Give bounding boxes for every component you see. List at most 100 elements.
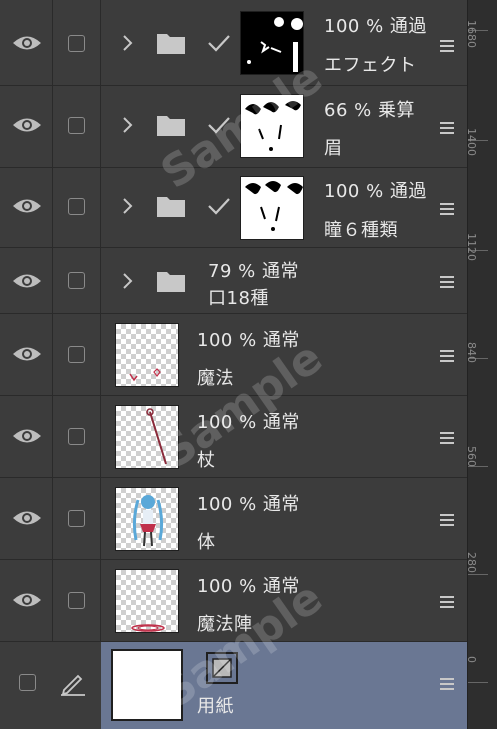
divider [52, 168, 53, 247]
layer-name[interactable]: 魔法陣 [197, 610, 253, 636]
ruler-label: 280 [465, 552, 478, 573]
divider [52, 396, 53, 477]
ruler-tick [468, 682, 488, 683]
ruler-label: 560 [465, 446, 478, 467]
divider [100, 642, 101, 729]
lock-checkbox[interactable] [68, 346, 85, 363]
layer-thumbnail [240, 11, 304, 75]
folder-icon [157, 116, 185, 136]
layer-name[interactable]: 口18種 [208, 284, 269, 310]
layer-menu-icon[interactable] [440, 432, 454, 444]
chevron-right-icon[interactable] [121, 272, 133, 290]
lock-checkbox[interactable] [68, 35, 85, 52]
pen-icon[interactable] [60, 672, 86, 696]
eye-icon[interactable] [12, 197, 42, 215]
layer-blend-label: 100 % 通過 [324, 16, 427, 37]
divider [52, 248, 53, 313]
layer-menu-icon[interactable] [440, 678, 454, 690]
layer-name[interactable]: 用紙 [197, 692, 234, 718]
lock-checkbox[interactable] [68, 198, 85, 215]
layer-row-effect[interactable]: 100 % 通過 エフェクト [0, 0, 467, 86]
eye-icon[interactable] [12, 509, 42, 527]
layer-name[interactable]: 杖 [197, 446, 216, 472]
layer-menu-icon[interactable] [440, 596, 454, 608]
paper-layer-icon [206, 652, 238, 684]
layer-menu-icon[interactable] [440, 122, 454, 134]
eye-icon[interactable] [12, 116, 42, 134]
divider [52, 478, 53, 559]
layer-row-pupils[interactable]: 100 % 通過 瞳６種類 [0, 168, 467, 248]
divider [100, 168, 101, 247]
chevron-right-icon[interactable] [121, 116, 133, 134]
layer-name[interactable]: 体 [197, 528, 216, 554]
divider [52, 0, 53, 85]
lock-checkbox[interactable] [68, 117, 85, 134]
divider [100, 314, 101, 395]
folder-icon [157, 34, 185, 54]
layer-row-eyebrow[interactable]: 66 % 乗算 眉 [0, 86, 467, 168]
divider [52, 314, 53, 395]
layer-thumbnail [240, 176, 304, 240]
ruler-label: 840 [465, 342, 478, 363]
lock-checkbox[interactable] [68, 592, 85, 609]
divider [52, 560, 53, 641]
folder-icon [157, 197, 185, 217]
layer-name[interactable]: 魔法 [197, 364, 234, 390]
check-mark-icon [208, 117, 230, 134]
layer-panel: 100 % 通過 エフェクト 66 % 乗算 眉 100 % 通過 瞳６種類 7… [0, 0, 467, 729]
layer-blend-label: 66 % 乗算 [324, 100, 415, 121]
layer-menu-icon[interactable] [440, 276, 454, 288]
layer-thumbnail [115, 569, 179, 633]
check-mark-icon [208, 198, 230, 215]
layer-name[interactable]: 眉 [324, 134, 343, 160]
eye-icon[interactable] [12, 345, 42, 363]
divider [100, 478, 101, 559]
divider [100, 248, 101, 313]
layer-blend-label: 100 % 通常 [197, 494, 300, 515]
ruler-label: 1120 [465, 233, 478, 261]
layer-blend-label: 100 % 通過 [324, 181, 427, 202]
layer-blend-label: 100 % 通常 [197, 412, 300, 433]
ruler-label: 0 [465, 656, 478, 663]
lock-checkbox[interactable] [68, 272, 85, 289]
layer-thumbnail [240, 94, 304, 158]
visibility-checkbox[interactable] [19, 674, 36, 691]
ruler-label: 1400 [465, 128, 478, 156]
layer-menu-icon[interactable] [440, 203, 454, 215]
layer-thumbnail [115, 323, 179, 387]
chevron-right-icon[interactable] [121, 34, 133, 52]
layer-menu-icon[interactable] [440, 514, 454, 526]
eye-icon[interactable] [12, 591, 42, 609]
layer-blend-label: 100 % 通常 [197, 576, 300, 597]
divider [100, 560, 101, 641]
folder-icon [157, 272, 185, 292]
layer-row-staff[interactable]: 100 % 通常 杖 [0, 396, 467, 478]
lock-checkbox[interactable] [68, 510, 85, 527]
layer-name[interactable]: エフェクト [324, 51, 417, 77]
divider [100, 396, 101, 477]
ruler-label: 1680 [465, 20, 478, 48]
layer-thumbnail [115, 405, 179, 469]
chevron-right-icon[interactable] [121, 197, 133, 215]
eye-icon[interactable] [12, 34, 42, 52]
layer-row-paper[interactable]: 用紙 [0, 642, 467, 729]
layer-blend-label: 100 % 通常 [197, 330, 300, 351]
lock-checkbox[interactable] [68, 428, 85, 445]
vertical-ruler: 1680 1400 1120 840 560 280 0 [465, 0, 497, 729]
layer-row-magic[interactable]: 100 % 通常 魔法 [0, 314, 467, 396]
divider [100, 0, 101, 85]
layer-name[interactable]: 瞳６種類 [324, 216, 398, 242]
divider [52, 86, 53, 167]
layer-row-body[interactable]: 100 % 通常 体 [0, 478, 467, 560]
layer-row-mouth[interactable]: 79 % 通常 口18種 [0, 248, 467, 314]
layer-blend-label: 79 % 通常 [208, 261, 299, 282]
eye-icon[interactable] [12, 427, 42, 445]
layer-thumbnail [111, 649, 183, 721]
divider [100, 86, 101, 167]
check-mark-icon [208, 35, 230, 52]
layer-menu-icon[interactable] [440, 350, 454, 362]
layer-menu-icon[interactable] [440, 40, 454, 52]
ruler-tick [468, 574, 488, 575]
layer-row-magic-circle[interactable]: 100 % 通常 魔法陣 [0, 560, 467, 642]
eye-icon[interactable] [12, 272, 42, 290]
